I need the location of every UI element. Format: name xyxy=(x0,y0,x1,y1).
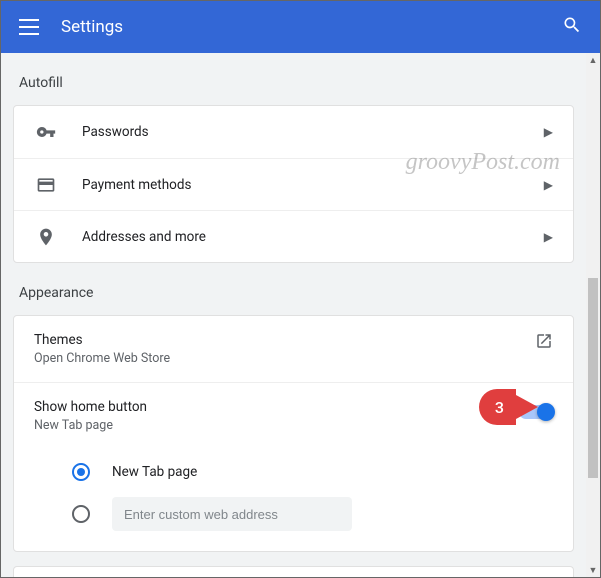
autofill-heading: Autofill xyxy=(1,53,586,105)
themes-subtitle: Open Chrome Web Store xyxy=(34,351,535,366)
payment-methods-label: Payment methods xyxy=(82,177,544,193)
show-home-button-title: Show home button xyxy=(34,399,519,415)
themes-row[interactable]: Themes Open Chrome Web Store xyxy=(14,316,573,382)
new-tab-page-radio[interactable] xyxy=(72,463,90,481)
scroll-down-arrow-icon[interactable]: ▼ xyxy=(586,563,600,577)
chevron-right-icon: ▶ xyxy=(544,230,553,244)
autofill-card: Passwords ▶ Payment methods ▶ Addresses … xyxy=(13,105,574,263)
appearance-card: Themes Open Chrome Web Store Show home b… xyxy=(13,315,574,552)
hamburger-menu-icon[interactable] xyxy=(19,19,39,35)
scroll-up-arrow-icon[interactable]: ▲ xyxy=(586,53,600,67)
location-pin-icon xyxy=(34,227,58,247)
scrollbar-track[interactable] xyxy=(586,53,600,563)
open-external-icon xyxy=(535,332,553,354)
payment-methods-row[interactable]: Payment methods ▶ xyxy=(14,158,573,210)
credit-card-icon xyxy=(34,175,58,195)
addresses-row[interactable]: Addresses and more ▶ xyxy=(14,210,573,262)
passwords-label: Passwords xyxy=(82,124,544,140)
search-icon[interactable] xyxy=(562,15,582,39)
custom-url-radio[interactable] xyxy=(72,505,90,523)
scrollbar-thumb[interactable] xyxy=(588,278,598,478)
show-home-button-toggle[interactable] xyxy=(519,405,553,419)
show-home-button-subtitle: New Tab page xyxy=(34,418,519,433)
chevron-right-icon: ▶ xyxy=(544,178,553,192)
new-tab-page-radio-label: New Tab page xyxy=(112,464,197,480)
key-icon xyxy=(34,122,58,142)
custom-url-input[interactable] xyxy=(112,497,352,531)
addresses-label: Addresses and more xyxy=(82,229,544,245)
toggle-knob xyxy=(537,403,555,421)
app-header: Settings xyxy=(1,1,600,53)
home-button-radio-group: New Tab page xyxy=(72,451,553,535)
chevron-right-icon: ▶ xyxy=(544,125,553,139)
appearance-heading: Appearance xyxy=(1,263,586,315)
show-bookmarks-bar-row[interactable]: Show bookmarks bar xyxy=(13,566,574,577)
content-area: Autofill Passwords ▶ Payment methods ▶ xyxy=(1,53,586,577)
show-home-button-row: Show home button New Tab page New Tab pa… xyxy=(14,382,573,551)
page-title: Settings xyxy=(61,17,123,37)
passwords-row[interactable]: Passwords ▶ xyxy=(14,106,573,158)
themes-title: Themes xyxy=(34,332,535,348)
